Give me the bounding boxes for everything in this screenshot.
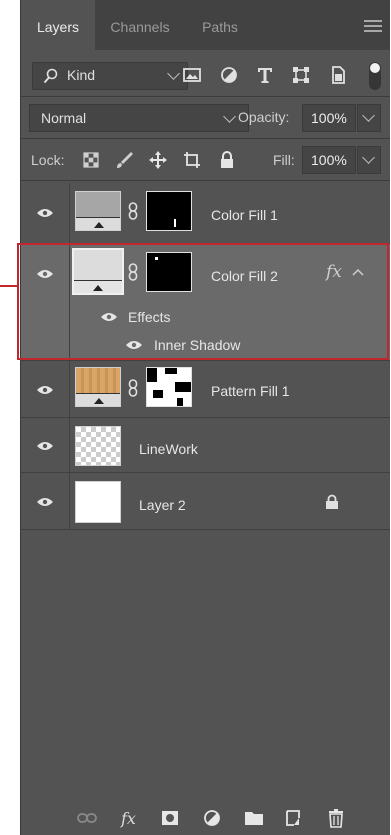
link-layers-icon[interactable] [77,808,97,828]
new-group-icon[interactable] [244,808,264,828]
fx-icon[interactable]: fx [119,808,139,828]
eye-icon[interactable] [37,208,53,218]
layers-panel: Layers Channels Paths Kind Normal Opacit… [20,0,390,835]
tab-layers[interactable]: Layers [21,0,95,50]
chevron-down-icon [223,110,236,123]
layer-thumbnail [75,367,121,407]
triangle-icon [93,285,103,291]
fill-label: Fill: [273,152,295,168]
layer-mask-thumbnail [146,191,192,231]
link-chain-icon[interactable] [128,379,138,397]
visibility-column [21,473,70,529]
layer-mask-thumbnail [146,252,192,292]
layer-name[interactable]: Color Fill 1 [211,207,278,223]
lock-position-icon[interactable] [148,150,168,170]
layer-thumbnail [72,248,124,295]
layer-row-linework[interactable]: LineWork [21,418,390,472]
lock-all-icon[interactable] [217,150,237,170]
blend-mode-label: Normal [41,110,87,126]
fill-input[interactable]: 100% [302,146,356,174]
lock-icon [326,494,338,509]
layer-row-pattern-fill-1[interactable]: Pattern Fill 1 [21,361,390,417]
tab-paths[interactable]: Paths [185,0,255,50]
filter-row: Kind [21,58,390,94]
layer-row-color-fill-2[interactable]: Color Fill 2 fx [21,244,390,304]
layer-row-color-fill-1[interactable]: Color Fill 1 [21,183,390,243]
new-layer-icon[interactable] [284,808,304,828]
chevron-up-icon[interactable] [352,268,364,276]
tab-channels[interactable]: Channels [95,0,185,50]
eye-icon[interactable] [37,269,53,279]
visibility-column [21,304,70,331]
effects-row[interactable]: Effects [21,304,390,331]
type-layer-filter-icon[interactable] [255,65,275,85]
visibility-column [21,183,70,243]
link-chain-icon[interactable] [128,202,138,220]
layer-thumbnail [75,426,121,466]
visibility-column [21,361,70,417]
smart-object-filter-icon[interactable] [328,65,348,85]
triangle-icon [94,222,104,228]
layer-mask-thumbnail [146,367,192,407]
fx-icon[interactable]: fx [326,262,342,282]
layer-name[interactable]: Pattern Fill 1 [211,383,290,399]
chevron-down-icon [362,151,375,164]
effects-label: Effects [128,309,171,325]
callout-line [0,285,18,287]
filter-toggle[interactable] [369,62,381,90]
visibility-column [21,418,70,472]
eye-icon[interactable] [37,497,53,507]
pixel-layer-filter-icon[interactable] [182,65,202,85]
kind-label: Kind [67,67,96,83]
effect-inner-shadow-row[interactable]: Inner Shadow [21,331,390,360]
search-icon [43,68,58,84]
layer-name[interactable]: Color Fill 2 [211,268,278,284]
layer-row-layer-2[interactable]: Layer 2 [21,473,390,529]
blend-mode-select[interactable]: Normal [29,104,249,132]
divider [21,180,390,181]
adjustment-layer-filter-icon[interactable] [219,65,239,85]
effect-label: Inner Shadow [154,337,241,353]
new-adjustment-layer-icon[interactable] [202,808,222,828]
divider [21,96,390,97]
svg-text:fx: fx [120,809,136,828]
divider [21,138,390,139]
chevron-down-icon [167,67,180,80]
add-mask-icon[interactable] [160,808,180,828]
divider [21,529,390,530]
opacity-input[interactable]: 100% [302,104,356,132]
eye-icon[interactable] [126,340,142,350]
eye-icon[interactable] [101,312,117,322]
opacity-label: Opacity: [238,109,290,125]
visibility-column [21,244,70,304]
shape-layer-filter-icon[interactable] [291,65,311,85]
lock-artboard-icon[interactable] [182,150,202,170]
layer-name[interactable]: LineWork [139,441,198,457]
triangle-icon [94,398,104,404]
filter-kind-select[interactable]: Kind [32,62,188,90]
bottom-toolbar: fx [21,800,390,835]
lock-label: Lock: [31,152,65,168]
layer-thumbnail [75,481,121,523]
tab-bar: Layers Channels Paths [21,0,390,50]
chevron-down-icon [362,109,375,122]
panel-menu-icon[interactable] [364,20,382,32]
link-chain-icon[interactable] [128,263,138,281]
opacity-dropdown-button[interactable] [357,104,381,132]
layer-thumbnail [75,191,121,231]
trash-icon[interactable] [326,808,346,828]
eye-icon[interactable] [37,441,53,451]
layer-name[interactable]: Layer 2 [139,497,186,513]
eye-icon[interactable] [37,385,53,395]
lock-transparent-pixels-icon[interactable] [81,150,101,170]
fill-dropdown-button[interactable] [357,146,381,174]
visibility-column [21,331,70,360]
lock-image-pixels-icon[interactable] [115,150,135,170]
